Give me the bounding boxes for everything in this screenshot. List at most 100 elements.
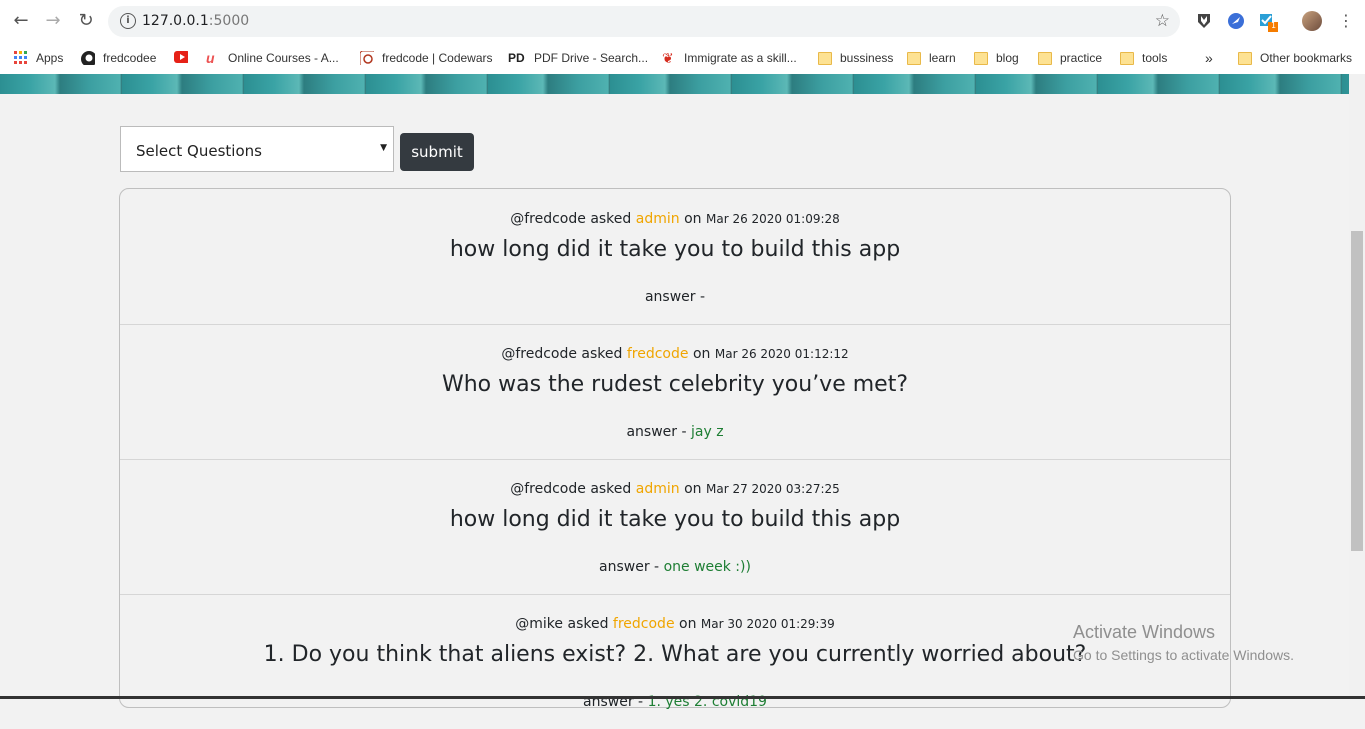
browser-menu-icon[interactable]: ⋮	[1338, 9, 1354, 33]
question-date: Mar 26 2020 01:09:28	[705, 212, 840, 226]
question-item: @mike asked fredcode on Mar 30 2020 01:2…	[120, 594, 1230, 729]
bookmark-youtube[interactable]	[174, 47, 196, 69]
forward-arrow-icon[interactable]: →	[42, 10, 64, 32]
folder-icon	[974, 51, 988, 65]
bookmark-folder-tools[interactable]: tools	[1120, 47, 1167, 69]
udemy-icon: u	[206, 50, 215, 66]
question-meta: @mike asked fredcode on Mar 30 2020 01:2…	[120, 616, 1230, 632]
asked-verb: asked	[590, 481, 632, 497]
answer-label: answer -	[626, 424, 687, 440]
asked-verb: asked	[581, 346, 623, 362]
maple-leaf-icon: ❦	[662, 50, 674, 66]
question-text: Who was the rudest celebrity you’ve met?	[441, 372, 909, 397]
bookmarks-overflow-button[interactable]: »	[1205, 47, 1213, 69]
answer-label: answer -	[644, 289, 706, 305]
bookmark-apps[interactable]: Apps	[14, 47, 63, 69]
pdfdrive-icon: PD	[508, 51, 525, 65]
youtube-icon	[174, 51, 188, 63]
questions-list: @fredcode asked admin on Mar 26 2020 01:…	[119, 188, 1231, 710]
folder-icon	[1238, 51, 1252, 65]
asker-name: @mike	[515, 616, 564, 632]
scrollbar-thumb[interactable]	[1351, 231, 1363, 551]
url-text: 127.0.0.1:5000	[142, 13, 249, 29]
select-questions-dropdown[interactable]: Select Questions ▼	[120, 126, 394, 172]
on-word: on	[684, 481, 702, 497]
submit-button[interactable]: submit	[400, 133, 474, 171]
codewars-icon	[360, 51, 374, 65]
bookmark-label: tools	[1142, 51, 1168, 65]
apps-grid-icon	[14, 51, 27, 64]
bookmark-label: Immigrate as a skill...	[684, 51, 797, 65]
asked-verb: asked	[590, 211, 632, 227]
question-meta: @fredcode asked fredcode on Mar 26 2020 …	[120, 346, 1230, 362]
browser-toolbar: ← → ↻ i 127.0.0.1:5000 ☆ 1 ⋮	[0, 0, 1365, 42]
asker-name: @fredcode	[501, 346, 577, 362]
question-text: how long did it take you to build this a…	[449, 507, 901, 532]
task-extension-icon[interactable]: 1	[1259, 12, 1278, 32]
bookmark-pdfdrive[interactable]: PD PDF Drive - Search...	[508, 47, 648, 69]
answer-line: answer -	[120, 289, 1230, 305]
question-item: @fredcode asked fredcode on Mar 26 2020 …	[120, 324, 1230, 460]
folder-icon	[1120, 51, 1134, 65]
asker-name: @fredcode	[510, 211, 586, 227]
on-word: on	[684, 211, 702, 227]
bookmark-label: fredcode | Codewars	[382, 51, 493, 65]
bookmark-canada[interactable]: ❦ Immigrate as a skill...	[662, 47, 797, 69]
dropdown-caret-icon: ▼	[380, 143, 387, 153]
recipient-name[interactable]: admin	[636, 481, 680, 497]
question-item: @fredcode asked admin on Mar 27 2020 03:…	[120, 459, 1230, 595]
bookmark-label: PDF Drive - Search...	[534, 51, 649, 65]
url-port: :5000	[208, 13, 250, 29]
question-meta: @fredcode asked admin on Mar 26 2020 01:…	[120, 211, 1230, 227]
asker-name: @fredcode	[510, 481, 586, 497]
recipient-name[interactable]: fredcode	[627, 346, 689, 362]
watermark-subtitle: Go to Settings to activate Windows.	[1073, 647, 1294, 663]
select-value: Select Questions	[136, 142, 262, 160]
asked-verb: asked	[567, 616, 609, 632]
page-scrollbar[interactable]	[1349, 74, 1365, 699]
address-bar[interactable]: i 127.0.0.1:5000 ☆	[108, 6, 1180, 37]
other-bookmarks[interactable]: Other bookmarks	[1238, 47, 1352, 69]
bookmark-udemy[interactable]: u Online Courses - A...	[206, 47, 339, 69]
url-host: 127.0.0.1	[142, 13, 209, 29]
bookmark-github[interactable]: fredcodee	[81, 47, 156, 69]
answer-text: jay z	[690, 424, 724, 440]
question-text: how long did it take you to build this a…	[449, 237, 901, 262]
reload-icon[interactable]: ↻	[75, 10, 97, 32]
site-info-icon[interactable]: i	[120, 13, 136, 29]
bookmark-codewars[interactable]: fredcode | Codewars	[360, 47, 493, 69]
bookmark-folder-blog[interactable]: blog	[974, 47, 1019, 69]
answer-line: answer - jay z	[120, 424, 1230, 440]
bookmark-label: Online Courses - A...	[228, 51, 339, 65]
bookmark-folder-practice[interactable]: practice	[1038, 47, 1102, 69]
other-bookmarks-label: Other bookmarks	[1260, 51, 1353, 65]
on-word: on	[679, 616, 697, 632]
question-meta: @fredcode asked admin on Mar 27 2020 03:…	[120, 481, 1230, 497]
bookmark-folder-learn[interactable]: learn	[907, 47, 956, 69]
question-date: Mar 26 2020 01:12:12	[714, 347, 849, 361]
bookmark-label: Apps	[36, 51, 64, 65]
answer-label: answer -	[599, 559, 660, 575]
question-text: 1. Do you think that aliens exist? 2. Wh…	[263, 642, 1087, 667]
bookmark-label: practice	[1060, 51, 1103, 65]
question-date: Mar 27 2020 03:27:25	[705, 482, 840, 496]
recipient-name[interactable]: admin	[636, 211, 680, 227]
browser-chrome: ← → ↻ i 127.0.0.1:5000 ☆ 1 ⋮ Apps fredco…	[0, 0, 1365, 75]
folder-icon	[818, 51, 832, 65]
bookmark-star-icon[interactable]: ☆	[1155, 11, 1170, 31]
watermark-title: Activate Windows	[1073, 622, 1216, 642]
answer-line: answer - one week :))	[120, 559, 1230, 575]
on-word: on	[692, 346, 711, 362]
shield-extension-icon[interactable]	[1195, 12, 1213, 30]
rocket-extension-icon[interactable]	[1227, 12, 1245, 30]
recipient-name[interactable]: fredcode	[613, 616, 675, 632]
back-arrow-icon[interactable]: ←	[10, 10, 32, 32]
extension-badge: 1	[1271, 21, 1277, 30]
answer-text: one week :))	[663, 559, 751, 575]
windows-activation-watermark: Activate Windows Go to Settings to activ…	[1073, 622, 1294, 663]
question-date: Mar 30 2020 01:29:39	[700, 617, 835, 631]
folder-icon	[1038, 51, 1052, 65]
header-banner-image	[0, 74, 1349, 94]
profile-avatar[interactable]	[1302, 11, 1322, 31]
bookmark-folder-bussiness[interactable]: bussiness	[818, 47, 893, 69]
